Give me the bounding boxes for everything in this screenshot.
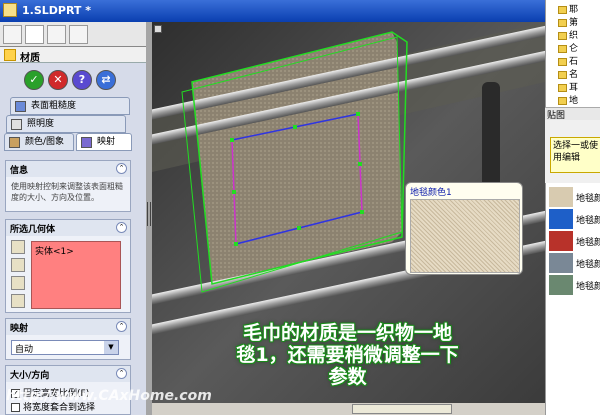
- task-pane: 耶 第 织 仑 石 名 耳 地 贴图 选择一或使用编辑 地毯颜 地毯颜 地毯颜 …: [545, 0, 600, 415]
- folder-icon: [558, 70, 567, 79]
- tutorial-caption: 毛巾的材质是一织物一地 毯1，还需要稍微调整一下 参数: [236, 322, 459, 388]
- property-manager: 材质 ✓ ✕ ? ⇄ 表面粗糙度 照明度 颜色/图象 映射 信息 ⌃ 使用映射控…: [0, 22, 146, 415]
- selection-tip: 选择一或使用编辑: [550, 137, 600, 173]
- decals-tree-row[interactable]: 贴图: [545, 107, 600, 121]
- mapping-handle[interactable]: [234, 242, 238, 246]
- folder-icon: [558, 5, 567, 14]
- tree-item[interactable]: 地: [558, 93, 578, 106]
- select-feature-icon[interactable]: [11, 276, 25, 290]
- folder-icon: [558, 57, 567, 66]
- site-watermark: http://www.CAxHome.com: [6, 388, 212, 404]
- window-title: 1.SLDPRT *: [22, 4, 92, 17]
- checkbox-icon[interactable]: [11, 403, 20, 412]
- mapping-section-title: 映射: [6, 319, 130, 335]
- collapse-info-button[interactable]: ⌃: [116, 163, 127, 174]
- material-swatch-list: 地毯颜 地毯颜 地毯颜 地毯颜 地毯颜: [545, 183, 600, 415]
- chevron-down-icon[interactable]: ▼: [104, 341, 118, 354]
- illumination-icon: [11, 119, 22, 130]
- swatch-thumbnail[interactable]: [549, 187, 573, 207]
- tree-item[interactable]: 第: [558, 15, 578, 28]
- material-preview-callout: 地毯颜色1: [405, 182, 523, 275]
- tab-surface-finish[interactable]: 表面粗糙度: [10, 97, 130, 115]
- tab-mapping[interactable]: 映射: [76, 133, 132, 151]
- tree-item[interactable]: 耳: [558, 80, 578, 93]
- part-document-icon: [3, 3, 17, 17]
- configuration-manager-tab[interactable]: [47, 25, 66, 44]
- mapping-handle[interactable]: [293, 125, 297, 129]
- folder-icon: [558, 31, 567, 40]
- splitter-grip-icon[interactable]: [147, 202, 151, 226]
- info-section-title: 信息: [6, 161, 130, 177]
- mapping-handle[interactable]: [232, 190, 236, 194]
- swatch-thumbnail[interactable]: [549, 253, 573, 273]
- mapping-type-select[interactable]: 自动 ▼: [11, 340, 119, 355]
- subtab-row-2: 照明度: [6, 115, 134, 133]
- pin-button[interactable]: ⇄: [96, 70, 116, 90]
- swatch-item[interactable]: 地毯颜: [549, 187, 600, 207]
- info-section: 信息 ⌃ 使用映射控制来调整该表面粗糙度的大小、方向及位置。: [5, 160, 131, 212]
- selected-geometry-section: 所选几何体 ⌃ 实体<1>: [5, 219, 131, 313]
- selection-list[interactable]: 实体<1>: [31, 241, 121, 309]
- select-part-icon[interactable]: [11, 240, 25, 254]
- rail-bracket: [482, 82, 500, 192]
- collapse-mapping-button[interactable]: ⌃: [116, 321, 127, 332]
- material-icon: [4, 49, 16, 61]
- scene-tree-icon[interactable]: [154, 25, 162, 33]
- subtab-row-1: 表面粗糙度: [6, 97, 134, 115]
- color-image-icon: [9, 137, 20, 148]
- appearance-tree: 耶 第 织 仑 石 名 耳 地: [545, 0, 600, 120]
- collapse-geometry-button[interactable]: ⌃: [116, 222, 127, 233]
- mapping-handle[interactable]: [358, 162, 362, 166]
- size-direction-title: 大小/方向: [6, 366, 130, 382]
- subtab-row-3: 颜色/图象 映射: [4, 133, 134, 151]
- folder-icon: [558, 18, 567, 27]
- select-body-icon[interactable]: [11, 294, 25, 308]
- tree-item[interactable]: 名: [558, 67, 578, 80]
- folder-icon: [558, 44, 567, 53]
- collapse-size-button[interactable]: ⌃: [116, 368, 127, 379]
- mapping-handle[interactable]: [360, 210, 364, 214]
- window-titlebar: 1.SLDPRT *: [0, 0, 600, 22]
- folder-icon: [558, 83, 567, 92]
- scrollbar-thumb[interactable]: [352, 404, 452, 414]
- property-manager-tab[interactable]: [25, 25, 44, 44]
- swatch-item[interactable]: 地毯颜: [549, 231, 600, 251]
- swatch-item[interactable]: 地毯颜: [549, 275, 600, 295]
- viewport-scrollbar[interactable]: [152, 403, 545, 415]
- swatch-thumbnail[interactable]: [549, 275, 573, 295]
- tree-item[interactable]: 石: [558, 54, 578, 67]
- info-text: 使用映射控制来调整该表面粗糙度的大小、方向及位置。: [11, 182, 123, 202]
- cancel-button[interactable]: ✕: [48, 70, 68, 90]
- selected-geometry-title: 所选几何体: [6, 220, 130, 236]
- tree-item[interactable]: 耶: [558, 2, 578, 15]
- manager-tabbar: [0, 22, 146, 47]
- mapping-icon: [81, 137, 92, 148]
- swatch-thumbnail[interactable]: [549, 231, 573, 251]
- action-buttons: ✓ ✕ ? ⇄: [0, 66, 146, 100]
- selected-body-item[interactable]: 实体<1>: [35, 244, 74, 257]
- tree-item[interactable]: 仑: [558, 41, 578, 54]
- help-button[interactable]: ?: [72, 70, 92, 90]
- ok-button[interactable]: ✓: [24, 70, 44, 90]
- mapping-section: 映射 ⌃ 自动 ▼: [5, 318, 131, 360]
- select-face-icon[interactable]: [11, 258, 25, 272]
- tree-item[interactable]: 织: [558, 28, 578, 41]
- carpet-texture-swatch: [410, 199, 520, 273]
- surface-finish-icon: [15, 101, 26, 112]
- panel-title: 材质: [20, 53, 40, 64]
- callout-title: 地毯颜色1: [410, 188, 452, 198]
- feature-manager-tab[interactable]: [3, 25, 22, 44]
- folder-icon: [558, 96, 567, 105]
- tab-color-image[interactable]: 颜色/图象: [4, 133, 74, 151]
- panel-header: 材质: [0, 47, 146, 64]
- swatch-item[interactable]: 地毯颜: [549, 253, 600, 273]
- mapping-handle[interactable]: [230, 138, 234, 142]
- tab-illumination[interactable]: 照明度: [6, 115, 126, 133]
- mapping-handle[interactable]: [356, 112, 360, 116]
- mapping-handle[interactable]: [297, 226, 301, 230]
- display-manager-tab[interactable]: [69, 25, 88, 44]
- swatch-item[interactable]: 地毯颜: [549, 209, 600, 229]
- swatch-thumbnail[interactable]: [549, 209, 573, 229]
